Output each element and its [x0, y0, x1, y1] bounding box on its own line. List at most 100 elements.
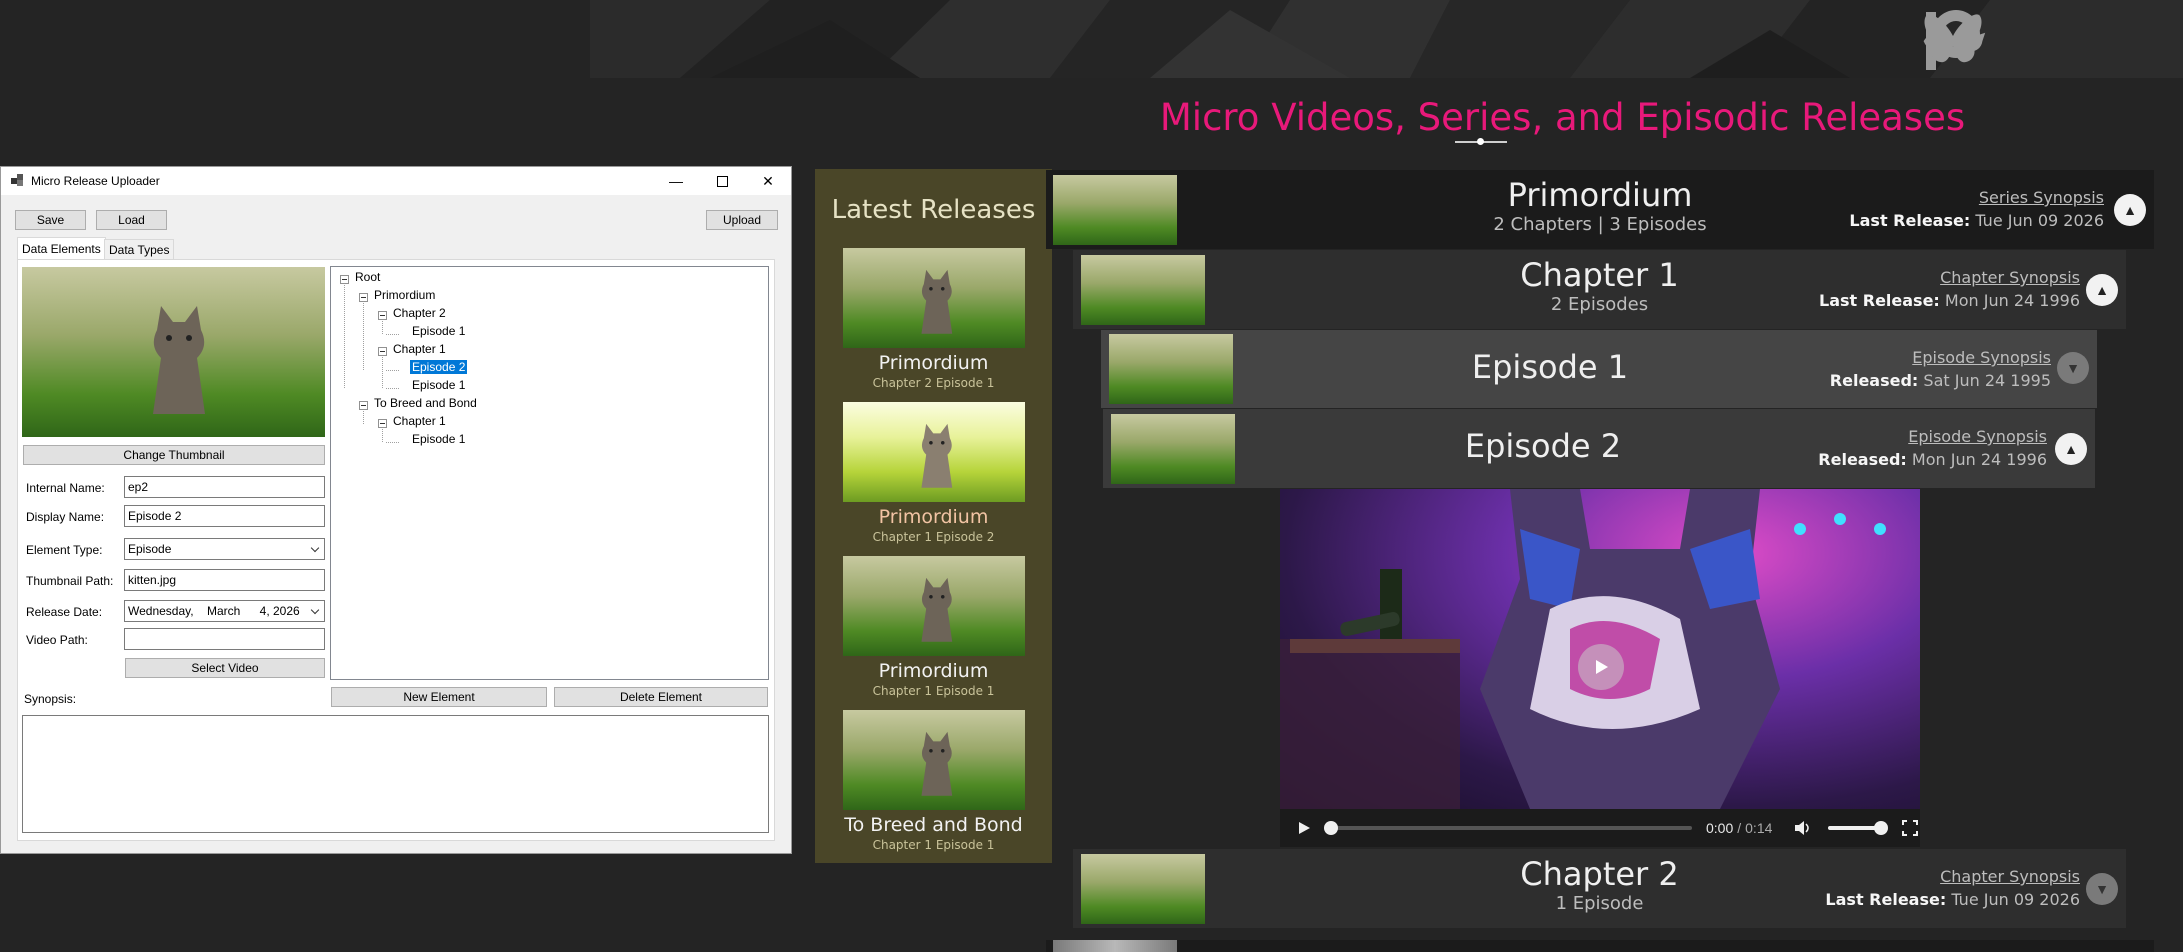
time-total: 0:14 [1745, 820, 1773, 836]
tree-node[interactable]: Chapter 2 [393, 306, 446, 320]
select-video-button[interactable]: Select Video [125, 658, 325, 678]
episode-synopsis-link[interactable]: Episode Synopsis [1830, 348, 2051, 367]
episode-row[interactable]: Episode 1 Episode Synopsis Released: Sat… [1101, 330, 2097, 408]
upload-button[interactable]: Upload [706, 210, 778, 230]
series-thumbnail [1053, 940, 1177, 952]
series-synopsis-link[interactable]: Series Synopsis [1849, 188, 2104, 207]
release-label: Released: [1829, 371, 1919, 390]
tree-node[interactable]: Episode 1 [412, 378, 465, 392]
thumbnail-path-label: Thumbnail Path: [26, 574, 114, 588]
bluesky-icon[interactable] [1918, 4, 1988, 74]
release-thumbnail[interactable] [842, 556, 1025, 656]
collapse-icon[interactable] [340, 275, 349, 284]
collapse-up-icon[interactable]: ▲ [2055, 433, 2087, 465]
element-type-select[interactable]: Episode [124, 538, 325, 560]
release-subtitle: Chapter 2 Episode 1 [872, 376, 995, 390]
latest-release-item[interactable]: Primordium Chapter 1 Episode 1 [815, 556, 1052, 698]
close-icon[interactable]: ✕ [745, 167, 791, 195]
release-date-rest: 4, 2026 [259, 604, 300, 618]
release-thumbnail[interactable] [842, 710, 1025, 810]
volume-slider[interactable] [1828, 821, 1889, 835]
chapter-synopsis-link[interactable]: Chapter Synopsis [1825, 867, 2080, 886]
volume-handle[interactable] [1874, 821, 1889, 835]
expand-down-icon[interactable]: ▼ [2086, 873, 2118, 905]
release-title[interactable]: Primordium [815, 352, 1052, 374]
video-controls-bar: 0:00 / 0:14 [1280, 809, 1920, 847]
tree-node[interactable]: To Breed and Bond [374, 396, 477, 410]
release-date-picker[interactable]: Wednesday, March 4, 2026 [124, 600, 325, 622]
tab-data-elements[interactable]: Data Elements [17, 237, 106, 260]
episode-synopsis-link[interactable]: Episode Synopsis [1818, 427, 2047, 446]
tree-guide-line [382, 352, 383, 388]
kitten-image [921, 423, 952, 488]
video-frame[interactable] [1280, 489, 1920, 809]
episode-row[interactable]: Episode 2 Episode Synopsis Released: Mon… [1103, 409, 2095, 488]
episode-meta: Episode Synopsis Released: Mon Jun 24 19… [1818, 427, 2047, 469]
release-date-label: Release Date: [26, 605, 103, 619]
tree-node-selected[interactable]: Episode 2 [410, 360, 468, 374]
tree-node[interactable]: Root [355, 270, 380, 284]
fullscreen-icon[interactable] [1902, 820, 1919, 836]
latest-release-item[interactable]: To Breed and Bond Chapter 1 Episode 1 [815, 710, 1052, 852]
collapse-icon[interactable] [359, 293, 368, 302]
element-type-label: Element Type: [26, 543, 103, 557]
expand-down-icon[interactable]: ▼ [2057, 352, 2089, 384]
collapse-icon[interactable] [378, 419, 387, 428]
window-titlebar[interactable]: Micro Release Uploader — ✕ [1, 167, 791, 195]
tree-node[interactable]: Episode 1 [412, 324, 465, 338]
header-banner [590, 0, 2183, 78]
load-button[interactable]: Load [96, 210, 167, 230]
chapter-row[interactable]: Chapter 1 2 Episodes Chapter Synopsis La… [1073, 250, 2126, 329]
delete-element-button[interactable]: Delete Element [554, 687, 768, 707]
release-thumbnail[interactable] [842, 402, 1025, 502]
chapter-synopsis-link[interactable]: Chapter Synopsis [1819, 268, 2080, 287]
save-button[interactable]: Save [15, 210, 86, 230]
latest-release-item[interactable]: Primordium Chapter 2 Episode 1 [815, 248, 1052, 390]
new-element-button[interactable]: New Element [331, 687, 547, 707]
collapse-icon[interactable] [378, 311, 387, 320]
app-icon [11, 174, 23, 186]
release-label: Last Release: [1825, 890, 1947, 909]
release-date: Tue Jun 09 2026 [1975, 211, 2104, 230]
series-row[interactable] [1046, 940, 2154, 952]
collapse-icon[interactable] [378, 347, 387, 356]
video-path-field[interactable] [124, 628, 325, 650]
release-label: Last Release: [1849, 211, 1971, 230]
video-path-label: Video Path: [26, 633, 88, 647]
tree-guide-line [386, 442, 399, 443]
series-row[interactable]: Primordium 2 Chapters | 3 Episodes Serie… [1046, 170, 2154, 249]
element-treeview[interactable]: Root Primordium Chapter 2 Episode 1 Chap… [330, 266, 769, 680]
progress-handle[interactable] [1324, 821, 1338, 835]
release-date: Mon Jun 24 1996 [1911, 450, 2047, 469]
window-title: Micro Release Uploader [31, 174, 160, 188]
big-play-icon[interactable] [1578, 644, 1624, 690]
tree-guide-line [386, 370, 399, 371]
display-name-field[interactable]: Episode 2 [124, 505, 325, 527]
video-player[interactable]: 0:00 / 0:14 [1280, 489, 1920, 847]
chapter-meta: Chapter Synopsis Last Release: Tue Jun 0… [1825, 867, 2080, 909]
tree-node[interactable]: Primordium [374, 288, 435, 302]
thumbnail-path-field[interactable]: kitten.jpg [124, 569, 325, 591]
tab-data-types[interactable]: Data Types [104, 239, 175, 260]
progress-slider[interactable] [1324, 821, 1692, 835]
maximize-icon[interactable] [699, 167, 745, 195]
volume-icon[interactable] [1794, 820, 1812, 836]
release-title[interactable]: To Breed and Bond [815, 814, 1052, 836]
chapter-row[interactable]: Chapter 2 1 Episode Chapter Synopsis Las… [1073, 849, 2126, 928]
release-title[interactable]: Primordium [815, 506, 1052, 528]
release-thumbnail[interactable] [842, 248, 1025, 348]
internal-name-field[interactable]: ep2 [124, 476, 325, 498]
latest-release-item[interactable]: Primordium Chapter 1 Episode 2 [815, 402, 1052, 544]
change-thumbnail-button[interactable]: Change Thumbnail [23, 445, 325, 465]
synopsis-textarea[interactable] [22, 715, 769, 833]
collapse-icon[interactable] [359, 401, 368, 410]
collapse-up-icon[interactable]: ▲ [2086, 274, 2118, 306]
tree-node[interactable]: Episode 1 [412, 432, 465, 446]
collapse-up-icon[interactable]: ▲ [2114, 194, 2146, 226]
play-icon[interactable] [1296, 820, 1312, 836]
tree-node[interactable]: Chapter 1 [393, 414, 446, 428]
tree-node[interactable]: Chapter 1 [393, 342, 446, 356]
kitten-image [921, 577, 952, 642]
release-title[interactable]: Primordium [815, 660, 1052, 682]
minimize-icon[interactable]: — [653, 167, 699, 195]
